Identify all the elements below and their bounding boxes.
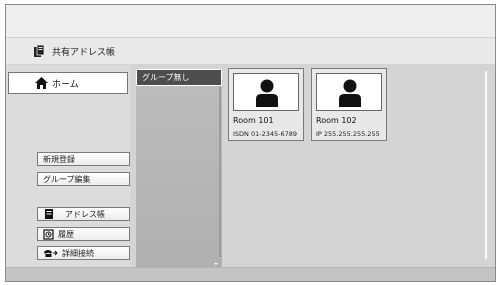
address-book-button[interactable]: アドレス帳 bbox=[37, 207, 130, 221]
person-icon bbox=[256, 79, 278, 107]
content-scrollbar[interactable] bbox=[485, 71, 487, 259]
contact-name: Room 102 bbox=[316, 116, 357, 125]
home-button[interactable]: ホーム bbox=[8, 72, 128, 94]
left-panel: ホーム 新規登録 グループ編集 アドレス帳 履歴 詳細接続 bbox=[6, 65, 130, 267]
book-icon bbox=[45, 209, 53, 219]
app-window: 共有アドレス帳 ホーム 新規登録 グループ編集 アドレス帳 履歴 詳細接続 グル… bbox=[5, 4, 496, 282]
detail-connect-label: 詳細接続 bbox=[62, 248, 94, 258]
home-label: ホーム bbox=[52, 79, 79, 90]
group-item-selected[interactable]: グループ無し bbox=[136, 69, 222, 86]
new-registration-label: 新規登録 bbox=[43, 154, 75, 164]
detail-connect-button[interactable]: 詳細接続 bbox=[37, 246, 130, 260]
contact-address: ISDN 01-2345-6789 bbox=[233, 130, 298, 138]
contact-address: IP 255.255.255.255 bbox=[316, 130, 380, 138]
address-book-icon bbox=[34, 44, 45, 57]
history-button[interactable]: 履歴 bbox=[37, 227, 130, 241]
new-registration-button[interactable]: 新規登録 bbox=[37, 152, 130, 166]
bottom-bar bbox=[6, 267, 495, 281]
group-list[interactable]: グループ無し bbox=[136, 69, 222, 267]
page-header: 共有アドレス帳 bbox=[6, 37, 495, 65]
contact-photo bbox=[233, 73, 299, 111]
address-book-label: アドレス帳 bbox=[65, 209, 105, 219]
history-label: 履歴 bbox=[58, 229, 74, 239]
contact-card[interactable]: Room 101 ISDN 01-2345-6789 bbox=[228, 68, 304, 141]
group-item-label: グループ無し bbox=[142, 73, 190, 82]
top-band bbox=[6, 5, 495, 37]
contact-card[interactable]: Room 102 IP 255.255.255.255 bbox=[311, 68, 387, 141]
scroll-down-icon bbox=[214, 263, 218, 265]
person-icon bbox=[339, 79, 361, 107]
history-icon bbox=[43, 228, 54, 240]
group-scrollbar[interactable] bbox=[219, 87, 221, 257]
group-edit-label: グループ編集 bbox=[43, 174, 91, 184]
phone-connect-icon bbox=[44, 250, 58, 257]
page-title: 共有アドレス帳 bbox=[52, 47, 116, 58]
contact-photo bbox=[316, 73, 382, 111]
main-area: ホーム 新規登録 グループ編集 アドレス帳 履歴 詳細接続 グループ無し Roo… bbox=[6, 65, 495, 267]
contact-name: Room 101 bbox=[233, 116, 274, 125]
group-edit-button[interactable]: グループ編集 bbox=[37, 172, 130, 186]
home-icon bbox=[35, 77, 48, 89]
